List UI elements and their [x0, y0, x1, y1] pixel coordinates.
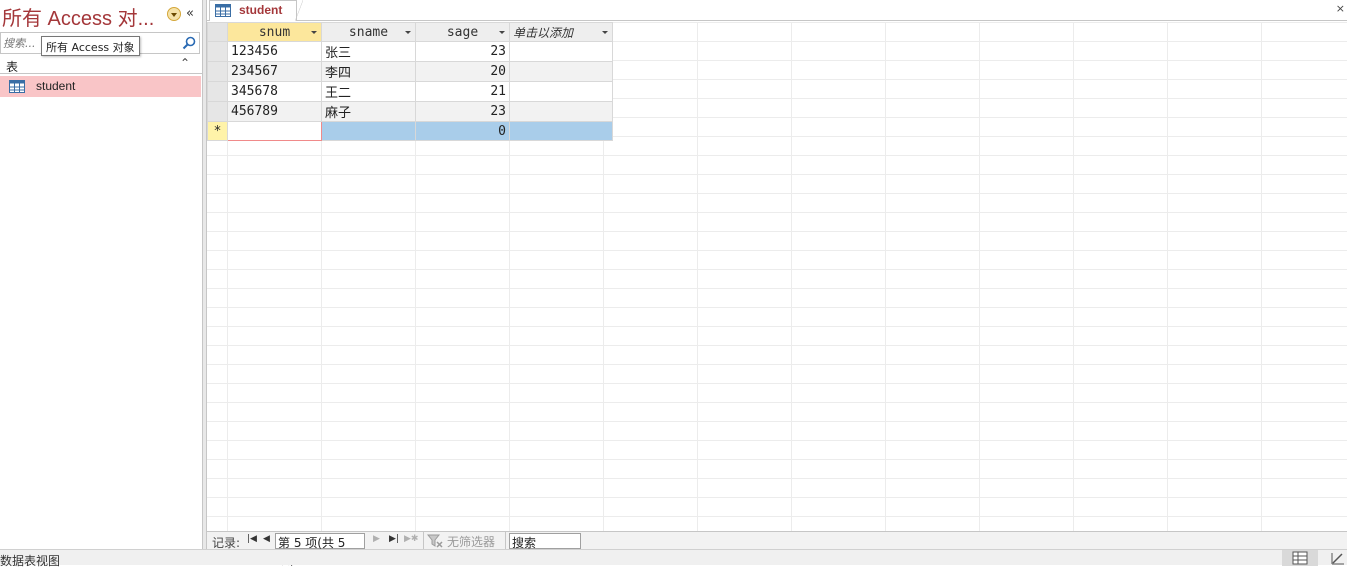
first-record-icon[interactable]: |◀ [247, 534, 257, 544]
cell-add-new[interactable] [509, 121, 613, 141]
table-row[interactable]: 456789 麻子 23 [207, 101, 613, 122]
column-label: sage [446, 24, 479, 40]
cell-snum[interactable]: 234567 [227, 61, 322, 82]
cell-sname[interactable]: 李四 [321, 61, 416, 82]
datasheet: snum sname sage 单击以添加 123456 张三 23 23456… [207, 22, 1347, 531]
column-label: snum [258, 24, 291, 40]
datasheet-view-button[interactable] [1282, 550, 1318, 566]
column-label: 单击以添加 [513, 25, 574, 40]
last-record-icon[interactable]: ▶| [389, 534, 399, 544]
table-row[interactable]: 234567 李四 20 [207, 61, 613, 82]
nav-menu-dropdown-icon[interactable] [167, 7, 181, 21]
close-icon[interactable]: × [1336, 2, 1345, 15]
document-area: student × snum sname sage 单击以添加 123456 张… [207, 0, 1347, 567]
collapse-pane-icon[interactable]: « [186, 6, 194, 21]
nav-group-tables[interactable]: 表 ⌃ [0, 56, 202, 74]
cell-snum[interactable]: 345678 [227, 81, 322, 102]
previous-record-icon[interactable]: ◀ [263, 534, 270, 544]
column-header-sage[interactable]: sage [415, 22, 510, 42]
sort-dropdown-icon[interactable] [405, 31, 411, 34]
sort-dropdown-icon[interactable] [499, 31, 505, 34]
tab-student[interactable]: student [209, 0, 303, 21]
cell-sname[interactable]: 王二 [321, 81, 416, 102]
datasheet-view-icon [1292, 551, 1308, 565]
column-label: sname [348, 24, 389, 40]
row-selector[interactable] [207, 61, 228, 82]
navigation-pane: 所有 Access 对... « 所有 Access 对象 表 ⌃ studen… [0, 0, 202, 549]
next-record-icon[interactable]: ▶ [373, 534, 380, 544]
filter-label: 无筛选器 [447, 535, 496, 549]
design-view-icon [1331, 553, 1344, 565]
status-bar: 数据表视图 [0, 549, 1347, 568]
record-search-input[interactable]: 搜索 [509, 533, 581, 550]
filter-icon [427, 534, 443, 548]
status-text: 数据表视图 [0, 554, 61, 568]
nav-title[interactable]: 所有 Access 对... [2, 2, 154, 31]
column-header-add[interactable]: 单击以添加 [509, 22, 613, 42]
design-view-button[interactable] [1324, 550, 1347, 566]
cell-snum[interactable]: 456789 [227, 101, 322, 122]
nav-header[interactable]: 所有 Access 对... « [0, 0, 202, 30]
cell-add[interactable] [509, 41, 613, 62]
cell-add[interactable] [509, 81, 613, 102]
nav-item-label: student [36, 79, 76, 93]
column-header-snum[interactable]: snum [227, 22, 322, 42]
cell-sage[interactable]: 23 [415, 101, 510, 122]
chevron-up-icon[interactable]: ⌃ [180, 56, 190, 70]
tab-label: student [239, 3, 283, 17]
cell-snum-new[interactable] [227, 121, 322, 141]
new-record-marker[interactable]: * [207, 121, 228, 141]
current-record-field[interactable]: 第 5 项(共 5 项) [275, 533, 365, 567]
sort-dropdown-icon[interactable] [311, 31, 317, 34]
header-row: snum sname sage 单击以添加 [207, 22, 613, 42]
cell-sname-new[interactable] [321, 121, 416, 141]
cell-sage[interactable]: 23 [415, 41, 510, 62]
select-all-corner[interactable] [207, 22, 228, 42]
row-selector[interactable] [207, 81, 228, 102]
cell-add[interactable] [509, 101, 613, 122]
table-icon [215, 4, 231, 17]
cell-sname[interactable]: 麻子 [321, 101, 416, 122]
search-icon[interactable] [181, 35, 197, 51]
table-row[interactable]: 123456 张三 23 [207, 41, 613, 62]
cell-sname[interactable]: 张三 [321, 41, 416, 62]
column-header-sname[interactable]: sname [321, 22, 416, 42]
cell-snum[interactable]: 123456 [227, 41, 322, 62]
cell-sage[interactable]: 20 [415, 61, 510, 82]
table-row[interactable]: 345678 王二 21 [207, 81, 613, 102]
new-record-row[interactable]: * 0 [207, 121, 613, 141]
separator [423, 532, 424, 550]
datasheet-table: snum sname sage 单击以添加 123456 张三 23 23456… [207, 22, 613, 141]
record-navigation-bar: 记录: |◀ ◀ 第 5 项(共 5 项) ▶ ▶| ▶✱ 无筛选器 搜索 [207, 531, 1347, 567]
tooltip: 所有 Access 对象 [41, 36, 140, 56]
row-selector[interactable] [207, 101, 228, 122]
sort-dropdown-icon[interactable] [602, 31, 608, 34]
cell-sage[interactable]: 21 [415, 81, 510, 102]
new-record-icon[interactable]: ▶✱ [404, 534, 418, 544]
separator [505, 532, 506, 550]
cell-add[interactable] [509, 61, 613, 82]
cell-sage-new[interactable]: 0 [415, 121, 510, 141]
nav-item-student[interactable]: student [0, 76, 201, 97]
tab-bar: student × [207, 0, 1347, 21]
row-selector[interactable] [207, 41, 228, 62]
nav-group-label: 表 [6, 60, 19, 74]
table-icon [9, 80, 25, 93]
